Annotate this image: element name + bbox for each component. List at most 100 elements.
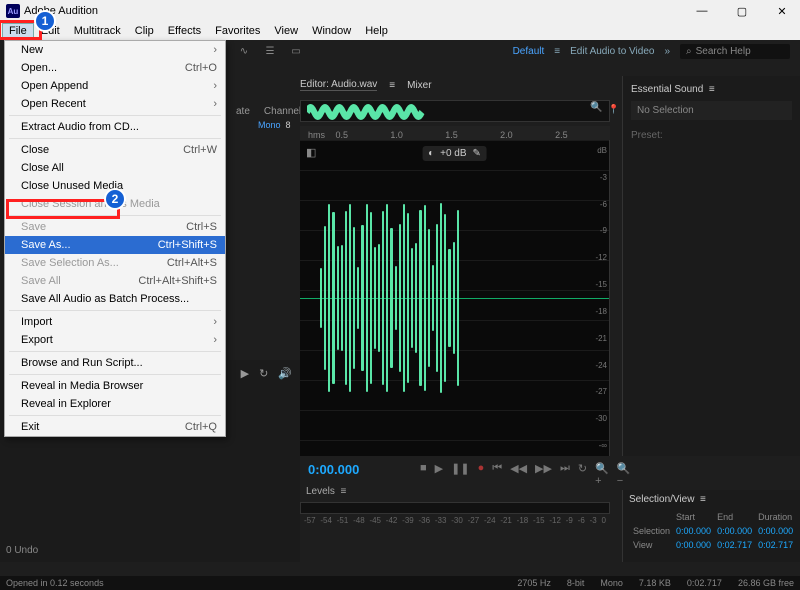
window-title: Adobe Audition [24,5,690,17]
level-tick: -3 [590,516,597,525]
maximize-button[interactable]: ▢ [730,5,754,18]
forward-button[interactable]: ▶▶ [535,462,552,487]
level-tick: -33 [435,516,447,525]
status-channels: Mono [600,578,623,588]
ruler-tick: 1.5 [445,130,500,140]
essential-sound-panel: Essential Sound ≡ No Selection Preset: [622,76,800,456]
waveform-editor[interactable]: ◐ +0 dB ✎ dB-3-6-9-12-15-18-21-24-27-30-… [300,140,610,456]
hud-pin-icon[interactable]: ✎ [473,148,481,159]
status-bar: Opened in 0.12 seconds 2705 Hz 8-bit Mon… [0,576,800,590]
overview-wave [307,104,523,120]
multitrack-view-icon[interactable]: ☰ [262,43,278,59]
level-tick: 0 [602,516,606,525]
menu-view[interactable]: View [267,23,305,39]
level-tick: -21 [500,516,512,525]
waveform-overview[interactable] [300,100,610,122]
callout-badge-1: 1 [34,10,56,32]
menuitem-save-all: Save AllCtrl+Alt+Shift+S [5,272,225,290]
menuitem-exit[interactable]: ExitCtrl+Q [5,418,225,436]
menuitem-close-all[interactable]: Close All [5,159,225,177]
menuitem-open-append[interactable]: Open Append› [5,77,225,95]
menu-multitrack[interactable]: Multitrack [67,23,128,39]
channel-toggle-icon[interactable]: ◧ [306,146,316,159]
levels-header: Levels ≡ [306,486,346,497]
menuitem-extract-audio-from-cd[interactable]: Extract Audio from CD... [5,118,225,136]
submenu-arrow-icon: › [213,334,217,346]
menuitem-save-all-audio-as-batch-process[interactable]: Save All Audio as Batch Process... [5,290,225,308]
menubar: FileEditMultitrackClipEffectsFavoritesVi… [0,22,800,40]
ruler-tick: 0.5 [335,130,390,140]
tab-editor[interactable]: Editor: Audio.wav [300,79,377,91]
no-selection-banner: No Selection [631,101,792,120]
menu-file[interactable]: File [2,23,34,39]
menuitem-open[interactable]: Open...Ctrl+O [5,59,225,77]
autoplay-icon[interactable]: 🔊 [278,367,292,380]
status-bit-depth: 8-bit [567,578,585,588]
menuitem-import[interactable]: Import› [5,313,225,331]
workspace-edit-audio-video[interactable]: Edit Audio to Video [570,46,654,57]
level-tick: -36 [419,516,431,525]
waveform-view-icon[interactable]: ∿ [236,43,252,59]
timecode-display[interactable]: 0:00.000 [308,462,359,477]
record-button[interactable]: ● [478,462,485,487]
menu-effects[interactable]: Effects [161,23,208,39]
pin-icon[interactable]: 📍 [608,104,619,115]
submenu-arrow-icon: › [213,80,217,92]
tool-icon[interactable]: ▭ [288,43,304,59]
tab-options-icon[interactable]: ≡ [389,80,395,91]
callout-badge-2: 2 [104,188,126,210]
tab-mixer[interactable]: Mixer [407,80,431,91]
level-tick: -15 [533,516,545,525]
loop-icon[interactable]: ↻ [259,367,268,380]
skip-back-button[interactable]: ⏮ [492,462,502,487]
col-start: Start [674,511,713,523]
minimize-button[interactable]: — [690,5,714,18]
menu-favorites[interactable]: Favorites [208,23,267,39]
levels-meter[interactable] [300,502,610,514]
zoom-marker-icon[interactable]: 🔍 [590,102,602,113]
db-tick: -3 [600,173,607,182]
close-window-button[interactable]: ✕ [770,5,794,18]
status-size: 7.18 KB [639,578,671,588]
selview-menu-icon[interactable]: ≡ [700,494,706,505]
menuitem-reveal-in-media-browser[interactable]: Reveal in Media Browser [5,377,225,395]
zoom-out-button[interactable]: 🔍− [617,462,631,487]
skip-fwd-button[interactable]: ⏭ [560,462,570,487]
menuitem-export[interactable]: Export› [5,331,225,349]
row-selection: Selection [631,525,672,537]
time-ruler[interactable]: hms 0.5 1.0 1.5 2.0 2.5 [300,126,610,140]
pause-button[interactable]: ❚❚ [451,462,469,487]
workspace-toolstrip: ∿ ☰ ▭ Default ≡ Edit Audio to Video » ⌕S… [226,40,800,62]
menu-clip[interactable]: Clip [128,23,161,39]
level-tick: -48 [353,516,365,525]
rewind-button[interactable]: ◀◀ [510,462,527,487]
search-help[interactable]: ⌕Search Help [680,44,790,59]
menuitem-open-recent[interactable]: Open Recent› [5,95,225,113]
workspace-default[interactable]: Default [513,46,545,57]
menuitem-save: SaveCtrl+S [5,218,225,236]
db-tick: dB [597,146,607,155]
menuitem-new[interactable]: New› [5,41,225,59]
menuitem-close[interactable]: CloseCtrl+W [5,141,225,159]
play-button[interactable]: ▶ [435,462,443,487]
panel-menu-icon[interactable]: ≡ [709,84,715,95]
db-tick: -24 [595,361,607,370]
menu-window[interactable]: Window [305,23,358,39]
workspace-menu-icon[interactable]: ≡ [554,46,560,57]
menu-help[interactable]: Help [358,23,395,39]
menuitem-reveal-in-explorer[interactable]: Reveal in Explorer [5,395,225,413]
menu-separator [9,415,221,416]
hud-gain-tool[interactable]: ◐ +0 dB ✎ [422,146,487,161]
loop-button[interactable]: ↻ [578,462,587,487]
stop-button[interactable]: ■ [420,462,427,487]
menu-separator [9,138,221,139]
search-placeholder: Search Help [696,46,751,57]
play-icon[interactable]: ▶ [241,367,249,380]
status-message: Opened in 0.12 seconds [6,578,104,588]
levels-menu-icon[interactable]: ≡ [340,486,346,497]
menuitem-browse-and-run-script[interactable]: Browse and Run Script... [5,354,225,372]
zoom-in-button[interactable]: 🔍+ [595,462,609,487]
more-workspaces-icon[interactable]: » [664,46,670,57]
file-menu-dropdown: New›Open...Ctrl+OOpen Append›Open Recent… [4,40,226,437]
menuitem-save-as[interactable]: Save As...Ctrl+Shift+S [5,236,225,254]
